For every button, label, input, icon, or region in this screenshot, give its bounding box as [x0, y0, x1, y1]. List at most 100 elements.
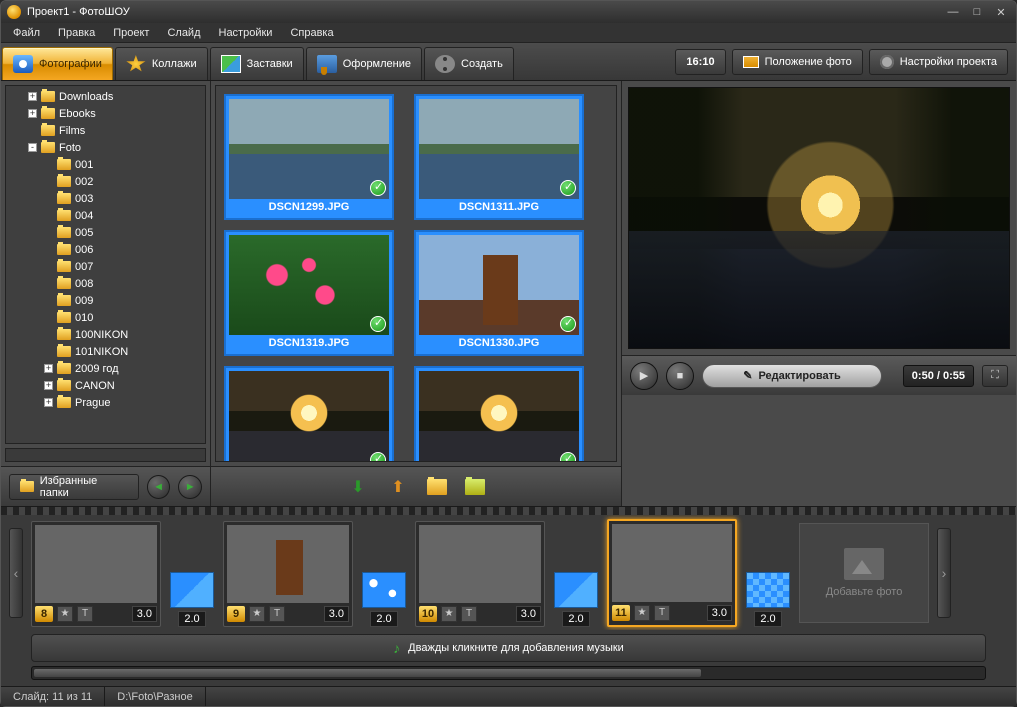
add-music-bar[interactable]: ♪ Дважды кликните для добавления музыки — [31, 634, 986, 662]
remove-from-timeline-button[interactable]: ⬆ — [387, 476, 409, 498]
nav-back-button[interactable]: ◄ — [147, 475, 171, 499]
tree-item[interactable]: 004 — [8, 207, 203, 224]
timeline-slide[interactable]: 11★T3.0 — [607, 519, 737, 627]
maximize-button[interactable]: □ — [968, 5, 986, 19]
timeline-scroll-left[interactable]: ‹ — [9, 528, 23, 618]
close-button[interactable]: ✕ — [992, 5, 1010, 19]
menu-settings[interactable]: Настройки — [211, 25, 281, 41]
thumbnail[interactable]: DSCN1330.JPG — [414, 230, 584, 356]
tree-item[interactable]: +Downloads — [8, 88, 203, 105]
play-button[interactable]: ▶ — [630, 362, 658, 390]
tree-item[interactable]: 009 — [8, 292, 203, 309]
pencil-icon: ✎ — [743, 369, 752, 382]
slide-text-button[interactable]: T — [77, 606, 93, 622]
tree-item[interactable]: 100NIKON — [8, 326, 203, 343]
slide-effects-button[interactable]: ★ — [57, 606, 73, 622]
slide-duration[interactable]: 3.0 — [132, 606, 157, 622]
status-slide-count: Слайд: 11 из 11 — [1, 687, 105, 706]
menu-help[interactable]: Справка — [282, 25, 341, 41]
tree-toggle[interactable]: + — [28, 109, 37, 118]
timeline-scroll-right[interactable]: › — [937, 528, 951, 618]
tab-collages[interactable]: Коллажи — [115, 47, 208, 80]
slide-duration[interactable]: 3.0 — [707, 605, 732, 621]
slide-text-button[interactable]: T — [654, 605, 670, 621]
slide-duration[interactable]: 3.0 — [516, 606, 541, 622]
tree-h-scrollbar[interactable] — [5, 448, 206, 462]
tree-toggle[interactable]: + — [28, 92, 37, 101]
thumbnail[interactable]: DSCN1319.JPG — [224, 230, 394, 356]
tree-toggle[interactable]: + — [44, 381, 53, 390]
add-to-timeline-button[interactable]: ⬇ — [347, 476, 369, 498]
timeline-slide[interactable]: 8★T3.0 — [31, 521, 161, 627]
tab-titles[interactable]: Заставки — [210, 47, 304, 80]
folder-icon — [57, 261, 71, 272]
tree-item[interactable]: 003 — [8, 190, 203, 207]
nav-forward-button[interactable]: ► — [178, 475, 202, 499]
tree-item[interactable]: 008 — [8, 275, 203, 292]
menu-project[interactable]: Проект — [105, 25, 157, 41]
thumbnail[interactable]: DSCN1352.JPG — [224, 366, 394, 462]
tab-design[interactable]: Оформление — [306, 47, 422, 80]
menu-slide[interactable]: Слайд — [159, 25, 208, 41]
thumbnail-image — [229, 371, 389, 462]
photo-position-button[interactable]: Положение фото — [732, 49, 863, 75]
thumbnail[interactable]: DSCN1311.JPG — [414, 94, 584, 220]
tree-toggle[interactable]: + — [44, 398, 53, 407]
favorites-button[interactable]: Избранные папки — [9, 474, 139, 500]
tree-item[interactable]: +Prague — [8, 394, 203, 411]
transition-duration[interactable]: 2.0 — [178, 611, 205, 627]
stop-button[interactable]: ■ — [666, 362, 694, 390]
slide-effects-button[interactable]: ★ — [441, 606, 457, 622]
open-folder-button[interactable] — [427, 479, 447, 495]
transition-thumbnail[interactable] — [170, 572, 214, 608]
thumbnail[interactable]: DSCN1299.JPG — [224, 94, 394, 220]
slide-effects-button[interactable]: ★ — [249, 606, 265, 622]
edit-slide-button[interactable]: ✎ Редактировать — [702, 364, 882, 388]
tree-item[interactable]: +2009 год — [8, 360, 203, 377]
add-photo-slot[interactable]: Добавьте фото — [799, 523, 929, 623]
tree-item[interactable]: 005 — [8, 224, 203, 241]
tree-item[interactable]: 010 — [8, 309, 203, 326]
folder-pane: +Downloads+EbooksFilms-Foto0010020030040… — [1, 81, 211, 506]
aspect-ratio-button[interactable]: 16:10 — [675, 49, 725, 75]
tab-create[interactable]: Создать — [424, 47, 514, 80]
tree-item[interactable]: +Ebooks — [8, 105, 203, 122]
minimize-button[interactable]: — — [944, 5, 962, 19]
app-icon — [7, 5, 21, 19]
timeline-scrollbar[interactable] — [31, 666, 986, 680]
slide-text-button[interactable]: T — [269, 606, 285, 622]
slide-duration[interactable]: 3.0 — [324, 606, 349, 622]
transition-duration[interactable]: 2.0 — [370, 611, 397, 627]
transition-duration[interactable]: 2.0 — [754, 611, 781, 627]
tree-toggle[interactable]: + — [44, 364, 53, 373]
timeline-slide[interactable]: 10★T3.0 — [415, 521, 545, 627]
timeline[interactable]: ‹ 8★T3.02.09★T3.02.010★T3.02.011★T3.02.0… — [1, 515, 1016, 630]
tree-item[interactable]: 101NIKON — [8, 343, 203, 360]
folder-actions: Избранные папки ◄ ► — [1, 466, 210, 506]
tree-toggle[interactable]: - — [28, 143, 37, 152]
timeline-slide[interactable]: 9★T3.0 — [223, 521, 353, 627]
transition-thumbnail[interactable] — [746, 572, 790, 608]
tab-photos[interactable]: Фотографии — [2, 47, 113, 80]
slide-info-bar: 8★T3.0 — [35, 605, 157, 623]
project-settings-button[interactable]: Настройки проекта — [869, 49, 1008, 75]
thumbnail[interactable]: DSCN1366.JPG — [414, 366, 584, 462]
transition-duration[interactable]: 2.0 — [562, 611, 589, 627]
folder-tree[interactable]: +Downloads+EbooksFilms-Foto0010020030040… — [5, 85, 206, 444]
menu-edit[interactable]: Правка — [50, 25, 103, 41]
tree-item[interactable]: -Foto — [8, 139, 203, 156]
transition-thumbnail[interactable] — [554, 572, 598, 608]
tree-item[interactable]: 001 — [8, 156, 203, 173]
tree-item[interactable]: 002 — [8, 173, 203, 190]
transition-thumbnail[interactable] — [362, 572, 406, 608]
slide-text-button[interactable]: T — [461, 606, 477, 622]
folder-icon — [57, 278, 71, 289]
tree-item[interactable]: 007 — [8, 258, 203, 275]
fullscreen-button[interactable]: ⛶ — [982, 365, 1008, 387]
tree-item[interactable]: 006 — [8, 241, 203, 258]
slide-effects-button[interactable]: ★ — [634, 605, 650, 621]
tree-item[interactable]: +CANON — [8, 377, 203, 394]
menu-file[interactable]: Файл — [5, 25, 48, 41]
open-folder-alt-button[interactable] — [465, 479, 485, 495]
tree-item[interactable]: Films — [8, 122, 203, 139]
